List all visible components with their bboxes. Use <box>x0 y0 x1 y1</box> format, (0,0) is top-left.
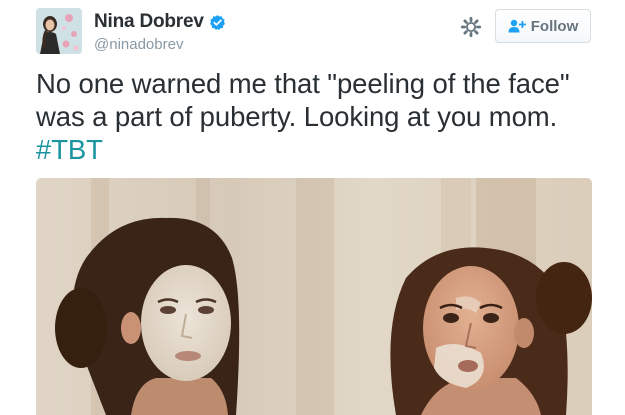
gear-icon[interactable] <box>460 16 482 38</box>
follow-button[interactable]: Follow <box>495 9 591 43</box>
tweet-text-line: No one warned me that "peeling of the fa… <box>36 68 570 99</box>
verified-badge-icon <box>209 14 226 31</box>
avatar-image <box>36 8 82 54</box>
tweet-photo[interactable] <box>36 178 592 415</box>
display-name[interactable]: Nina Dobrev <box>94 11 204 33</box>
tweet-photo-image <box>36 178 592 415</box>
tweet-text-line: was a part of puberty. Looking at you mo… <box>36 101 558 132</box>
follow-button-label: Follow <box>530 17 579 35</box>
user-name-row[interactable]: Nina Dobrev <box>94 11 226 33</box>
tweet-text: No one warned me that "peeling of the fa… <box>36 67 606 166</box>
person-plus-icon <box>508 19 526 33</box>
user-handle[interactable]: @ninadobrev <box>94 36 183 53</box>
tweet-card: Nina Dobrev @ninadobrev Follow No one wa… <box>0 0 625 415</box>
avatar[interactable] <box>36 8 82 54</box>
hashtag-link[interactable]: #TBT <box>36 134 103 165</box>
